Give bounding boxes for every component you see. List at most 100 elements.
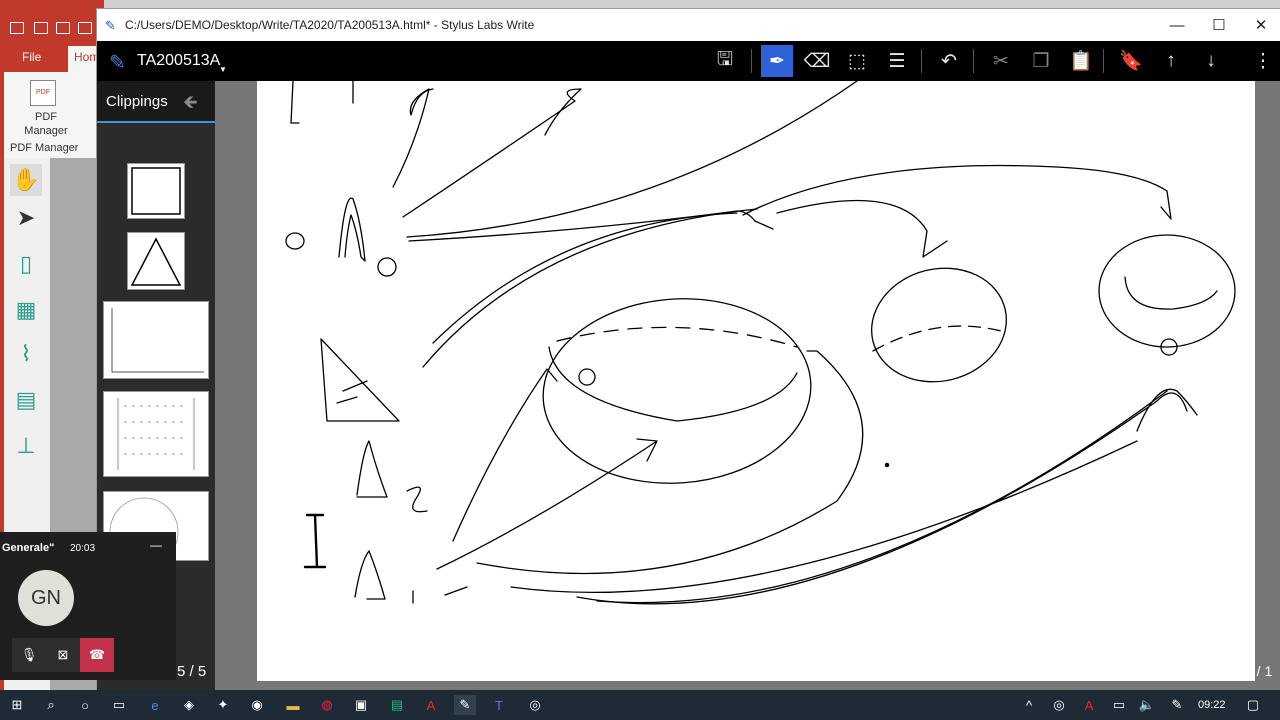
undo-icon[interactable]: ↶ xyxy=(933,45,965,77)
pdf-manager-icon[interactable]: PDF xyxy=(30,80,56,106)
pen-tray-icon[interactable]: ✎ xyxy=(1166,695,1188,715)
avatar: GN xyxy=(18,570,74,626)
prev-icon[interactable]: ↑ xyxy=(1155,45,1187,77)
write-app-icon[interactable]: ✎ xyxy=(454,695,476,715)
dashed-equator-stroke xyxy=(872,325,1002,352)
windows-start-icon[interactable]: ⊞ xyxy=(6,695,28,715)
tray-icon[interactable]: ◎ xyxy=(1048,695,1070,715)
select-icon[interactable]: ⬚ xyxy=(841,45,873,77)
pen-icon[interactable]: ✒ xyxy=(761,45,793,77)
menu-icon[interactable]: ⋮ xyxy=(1247,45,1279,77)
write-window: ✎ C:/Users/DEMO/Desktop/Write/TA2020/TA2… xyxy=(96,8,1280,691)
toolbar-separator xyxy=(973,49,974,73)
right-ellipse xyxy=(1098,234,1236,348)
maximize-button[interactable]: ☐ xyxy=(1197,9,1241,41)
file-explorer-icon[interactable]: ▬ xyxy=(282,695,304,715)
copy-icon[interactable]: ❐ xyxy=(1025,45,1057,77)
battery-icon[interactable]: ▭ xyxy=(1108,695,1130,715)
teams-icon[interactable]: T xyxy=(488,695,510,715)
document-icon: ✎ xyxy=(109,52,126,74)
notifications-icon[interactable]: ▢ xyxy=(1242,695,1264,715)
cone-stroke xyxy=(356,440,388,498)
paste-icon[interactable]: 📋 xyxy=(1065,45,1097,77)
insert-space-icon[interactable]: ☰ xyxy=(881,45,913,77)
stroke xyxy=(444,586,468,596)
toolbar-separator xyxy=(921,49,922,73)
triangle-stroke xyxy=(320,338,400,422)
axes-drawing xyxy=(111,308,204,373)
acrobat-icon[interactable]: A xyxy=(420,695,442,715)
canvas-area: ︿﹀ xyxy=(215,80,1280,691)
small-circle-stroke xyxy=(578,368,596,386)
hang-up-icon[interactable]: ☎ xyxy=(80,638,114,672)
bookmark-icon[interactable]: 🔖 xyxy=(1115,45,1147,77)
app-icon[interactable]: ◎ xyxy=(524,695,546,715)
minimize-button[interactable]: — xyxy=(1155,9,1199,41)
next-icon[interactable]: ↓ xyxy=(1195,45,1227,77)
comment-icon[interactable]: ▤ xyxy=(10,384,42,416)
chrome-icon[interactable]: ◍ xyxy=(316,695,338,715)
pdf-app-icon xyxy=(10,22,24,34)
app-icon[interactable]: ◈ xyxy=(178,695,200,715)
app-icon[interactable]: ✦ xyxy=(212,695,234,715)
app-icon[interactable]: ◉ xyxy=(246,695,268,715)
volume-icon[interactable]: 🔈 xyxy=(1136,695,1158,715)
clipping-square[interactable] xyxy=(127,163,185,219)
pdf-manager-button[interactable]: PDF Manager xyxy=(14,110,78,138)
arrow-stroke xyxy=(432,212,738,344)
ellipse-equator-stroke xyxy=(1124,276,1218,310)
mail-icon[interactable] xyxy=(78,22,92,34)
back-arrow-icon[interactable]: 🡸 xyxy=(183,90,198,120)
cone-stroke xyxy=(354,550,386,600)
ellipse-equator-stroke xyxy=(548,346,798,422)
stop-share-icon[interactable]: ⊠ xyxy=(46,638,80,672)
large-ellipse xyxy=(542,298,812,484)
app-icon[interactable]: ▣ xyxy=(350,695,372,715)
long-curve-stroke xyxy=(596,390,1168,604)
eraser-icon[interactable]: ⌫ xyxy=(801,45,833,77)
cone-stroke xyxy=(338,197,366,262)
clip-icon[interactable]: ✂ xyxy=(985,45,1017,77)
stamp-icon[interactable]: ⊥ xyxy=(10,430,42,462)
small-circle-stroke xyxy=(377,257,397,277)
document-name[interactable]: TA200513A xyxy=(137,52,220,70)
arrow-stroke xyxy=(402,88,582,218)
microphone-icon[interactable]: 🎙 xyxy=(12,638,46,672)
save-icon[interactable] xyxy=(56,22,70,34)
acrobat-tray-icon[interactable]: A xyxy=(1078,695,1100,715)
clipping-table[interactable] xyxy=(103,391,209,477)
toolbar: ✎ TA200513A ▼ 🖫 ✒ ⌫ ⬚ ☰ ↶ ✂ ❐ 📋 🔖 ↑ ↓ ⋮ xyxy=(97,41,1280,81)
document-menu-caret-icon[interactable]: ▼ xyxy=(219,65,227,74)
edge-icon[interactable]: e xyxy=(144,695,166,715)
page-indicator: 1 / 1 xyxy=(1245,663,1273,679)
show-hidden-icons[interactable]: ^ xyxy=(1018,695,1040,715)
pdf-app-icon[interactable]: ▤ xyxy=(386,695,408,715)
medium-ellipse xyxy=(870,267,1008,383)
thumbnails-icon[interactable]: ▦ xyxy=(10,294,42,326)
clipping-triangle[interactable] xyxy=(127,232,185,290)
task-view-icon[interactable]: ▭ xyxy=(108,695,130,715)
hand-icon[interactable]: ✋ xyxy=(10,164,42,196)
attachment-icon[interactable]: ⌇ xyxy=(10,338,42,370)
minimize-call-button[interactable]: — xyxy=(150,538,162,552)
clipping-axes[interactable] xyxy=(103,301,209,379)
clock[interactable]: 09:22 xyxy=(1198,699,1226,711)
close-button[interactable]: ✕ xyxy=(1239,9,1280,41)
handwritten-sketch xyxy=(285,80,1236,605)
triangle-fill-stroke xyxy=(336,380,368,404)
stroke xyxy=(290,80,300,124)
search-icon[interactable]: ⌕ xyxy=(40,695,62,715)
save-icon[interactable]: 🖫 xyxy=(709,45,741,77)
open-icon[interactable] xyxy=(34,22,48,34)
drawing-page[interactable] xyxy=(257,80,1255,681)
ribbon: PDF PDF Manager PDF Manager xyxy=(4,72,104,158)
pdf-manager-group-label: PDF Manager xyxy=(10,142,79,154)
digit-two-stroke xyxy=(406,486,428,513)
pointer-icon[interactable]: ➤ xyxy=(10,202,42,234)
bookmark-panel-icon[interactable]: ▯ xyxy=(10,248,42,280)
tab-file[interactable]: File xyxy=(22,50,41,64)
arrow-head-stroke xyxy=(1136,388,1198,432)
arrow-stroke xyxy=(776,199,948,258)
arrow-stroke xyxy=(406,80,858,238)
cortana-icon[interactable]: ○ xyxy=(74,695,96,715)
